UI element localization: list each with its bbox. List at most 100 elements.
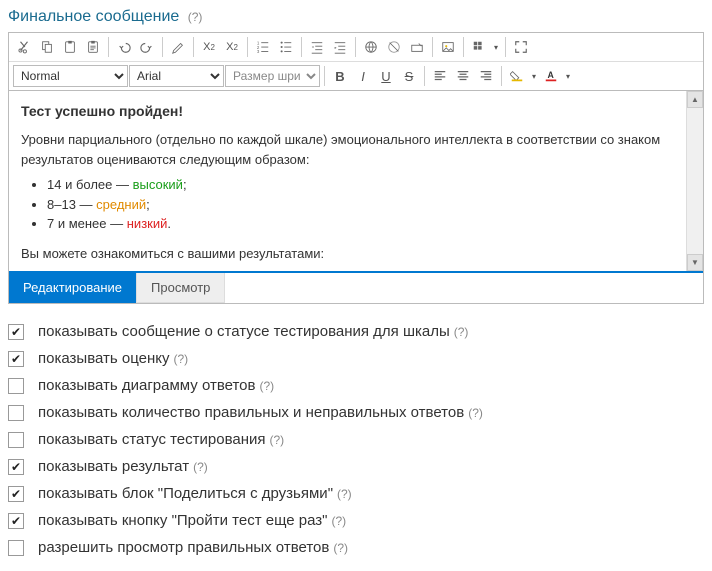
- format-select[interactable]: Normal: [13, 65, 128, 87]
- align-left-icon[interactable]: [429, 65, 451, 87]
- option-checkbox[interactable]: [8, 324, 24, 340]
- toolbar-separator: [355, 37, 356, 57]
- option-checkbox[interactable]: [8, 432, 24, 448]
- option-help-icon[interactable]: (?): [468, 406, 483, 420]
- toolbar-separator: [108, 37, 109, 57]
- redo-icon[interactable]: [136, 36, 158, 58]
- level-label: низкий: [127, 216, 168, 231]
- undo-icon[interactable]: [113, 36, 135, 58]
- paste-icon[interactable]: [59, 36, 81, 58]
- option-row: показывать сообщение о статусе тестирова…: [8, 318, 704, 345]
- font-size-select[interactable]: Размер шриф: [225, 65, 320, 87]
- option-label: показывать диаграмму ответов: [38, 377, 256, 394]
- option-help-icon[interactable]: (?): [270, 433, 285, 447]
- level-range: 14 и более —: [47, 177, 133, 192]
- option-label: показывать сообщение о статусе тестирова…: [38, 323, 450, 340]
- editor-toolbar-row1: X2 X2 123 ▾: [9, 33, 703, 62]
- toolbar-separator: [505, 37, 506, 57]
- option-checkbox[interactable]: [8, 405, 24, 421]
- text-color-icon[interactable]: A: [540, 65, 562, 87]
- option-help-icon[interactable]: (?): [173, 352, 188, 366]
- content-outro: Вы можете ознакомиться с вашими результа…: [21, 244, 674, 264]
- text-color-dropdown-icon[interactable]: ▾: [563, 65, 573, 87]
- underline-button[interactable]: U: [375, 65, 397, 87]
- toolbar-separator: [324, 66, 325, 86]
- toolbar-separator: [162, 37, 163, 57]
- option-row: показывать количество правильных и непра…: [8, 399, 704, 426]
- option-help-icon[interactable]: (?): [454, 325, 469, 339]
- option-checkbox[interactable]: [8, 378, 24, 394]
- option-row: показывать кнопку "Пройти тест еще раз" …: [8, 507, 704, 534]
- editor-tabs: Редактирование Просмотр: [9, 273, 703, 303]
- option-checkbox[interactable]: [8, 459, 24, 475]
- option-label: показывать статус тестирования: [38, 431, 266, 448]
- unordered-list-icon[interactable]: [275, 36, 297, 58]
- level-suffix: ;: [183, 177, 187, 192]
- option-help-icon[interactable]: (?): [193, 460, 208, 474]
- strike-button[interactable]: S: [398, 65, 420, 87]
- option-label: показывать кнопку "Пройти тест еще раз": [38, 512, 327, 529]
- editor-toolbar-row2: Normal Arial Размер шриф B I U S ▾ A ▾: [9, 62, 703, 91]
- toolbar-separator: [193, 37, 194, 57]
- ordered-list-icon[interactable]: 123: [252, 36, 274, 58]
- option-checkbox[interactable]: [8, 540, 24, 556]
- option-row: показывать результат (?): [8, 453, 704, 480]
- bg-color-dropdown-icon[interactable]: ▾: [529, 65, 539, 87]
- link-icon[interactable]: [360, 36, 382, 58]
- scroll-track[interactable]: [687, 108, 703, 254]
- bg-color-icon[interactable]: [506, 65, 528, 87]
- option-help-icon[interactable]: (?): [331, 514, 346, 528]
- option-checkbox[interactable]: [8, 351, 24, 367]
- font-select[interactable]: Arial: [129, 65, 224, 87]
- level-suffix: ;: [146, 197, 150, 212]
- outdent-icon[interactable]: [306, 36, 328, 58]
- content-levels-list: 14 и более — высокий;8–13 — средний;7 и …: [21, 175, 674, 234]
- table-icon[interactable]: [468, 36, 490, 58]
- maximize-icon[interactable]: [510, 36, 532, 58]
- toolbar-separator: [301, 37, 302, 57]
- bold-button[interactable]: B: [329, 65, 351, 87]
- options-list: показывать сообщение о статусе тестирова…: [8, 318, 704, 561]
- scroll-down-icon[interactable]: ▼: [687, 254, 703, 271]
- option-label: показывать результат: [38, 458, 189, 475]
- option-checkbox[interactable]: [8, 486, 24, 502]
- level-item: 7 и менее — низкий.: [47, 214, 674, 234]
- image-icon[interactable]: [437, 36, 459, 58]
- option-row: показывать блок "Поделиться с друзьями" …: [8, 480, 704, 507]
- level-range: 8–13 —: [47, 197, 96, 212]
- align-right-icon[interactable]: [475, 65, 497, 87]
- toolbar-separator: [247, 37, 248, 57]
- unlink-icon[interactable]: [383, 36, 405, 58]
- svg-text:3: 3: [257, 49, 260, 54]
- option-label: показывать оценку: [38, 350, 169, 367]
- copy-icon[interactable]: [36, 36, 58, 58]
- paste-text-icon[interactable]: [82, 36, 104, 58]
- superscript-icon[interactable]: X2: [198, 36, 220, 58]
- section-header: Финальное сообщение (?): [8, 8, 704, 26]
- remove-format-icon[interactable]: [167, 36, 189, 58]
- editor-content[interactable]: Тест успешно пройден! Уровни парциальног…: [9, 91, 686, 271]
- content-heading: Тест успешно пройден!: [21, 101, 674, 122]
- subscript-icon[interactable]: X2: [221, 36, 243, 58]
- cut-icon[interactable]: [13, 36, 35, 58]
- align-center-icon[interactable]: [452, 65, 474, 87]
- level-item: 8–13 — средний;: [47, 195, 674, 215]
- option-row: показывать статус тестирования (?): [8, 426, 704, 453]
- option-help-icon[interactable]: (?): [333, 541, 348, 555]
- level-label: высокий: [133, 177, 183, 192]
- table-dropdown-icon[interactable]: ▾: [491, 36, 501, 58]
- content-intro: Уровни парциального (отдельно по каждой …: [21, 130, 674, 169]
- indent-icon[interactable]: [329, 36, 351, 58]
- anchor-icon[interactable]: [406, 36, 428, 58]
- option-help-icon[interactable]: (?): [337, 487, 352, 501]
- level-item: 14 и более — высокий;: [47, 175, 674, 195]
- italic-button[interactable]: I: [352, 65, 374, 87]
- tab-view[interactable]: Просмотр: [137, 273, 225, 303]
- option-checkbox[interactable]: [8, 513, 24, 529]
- option-help-icon[interactable]: (?): [260, 379, 275, 393]
- toolbar-separator: [463, 37, 464, 57]
- section-help-icon[interactable]: (?): [188, 10, 203, 24]
- scroll-up-icon[interactable]: ▲: [687, 91, 703, 108]
- tab-edit[interactable]: Редактирование: [9, 273, 137, 303]
- editor-scrollbar[interactable]: ▲ ▼: [686, 91, 703, 271]
